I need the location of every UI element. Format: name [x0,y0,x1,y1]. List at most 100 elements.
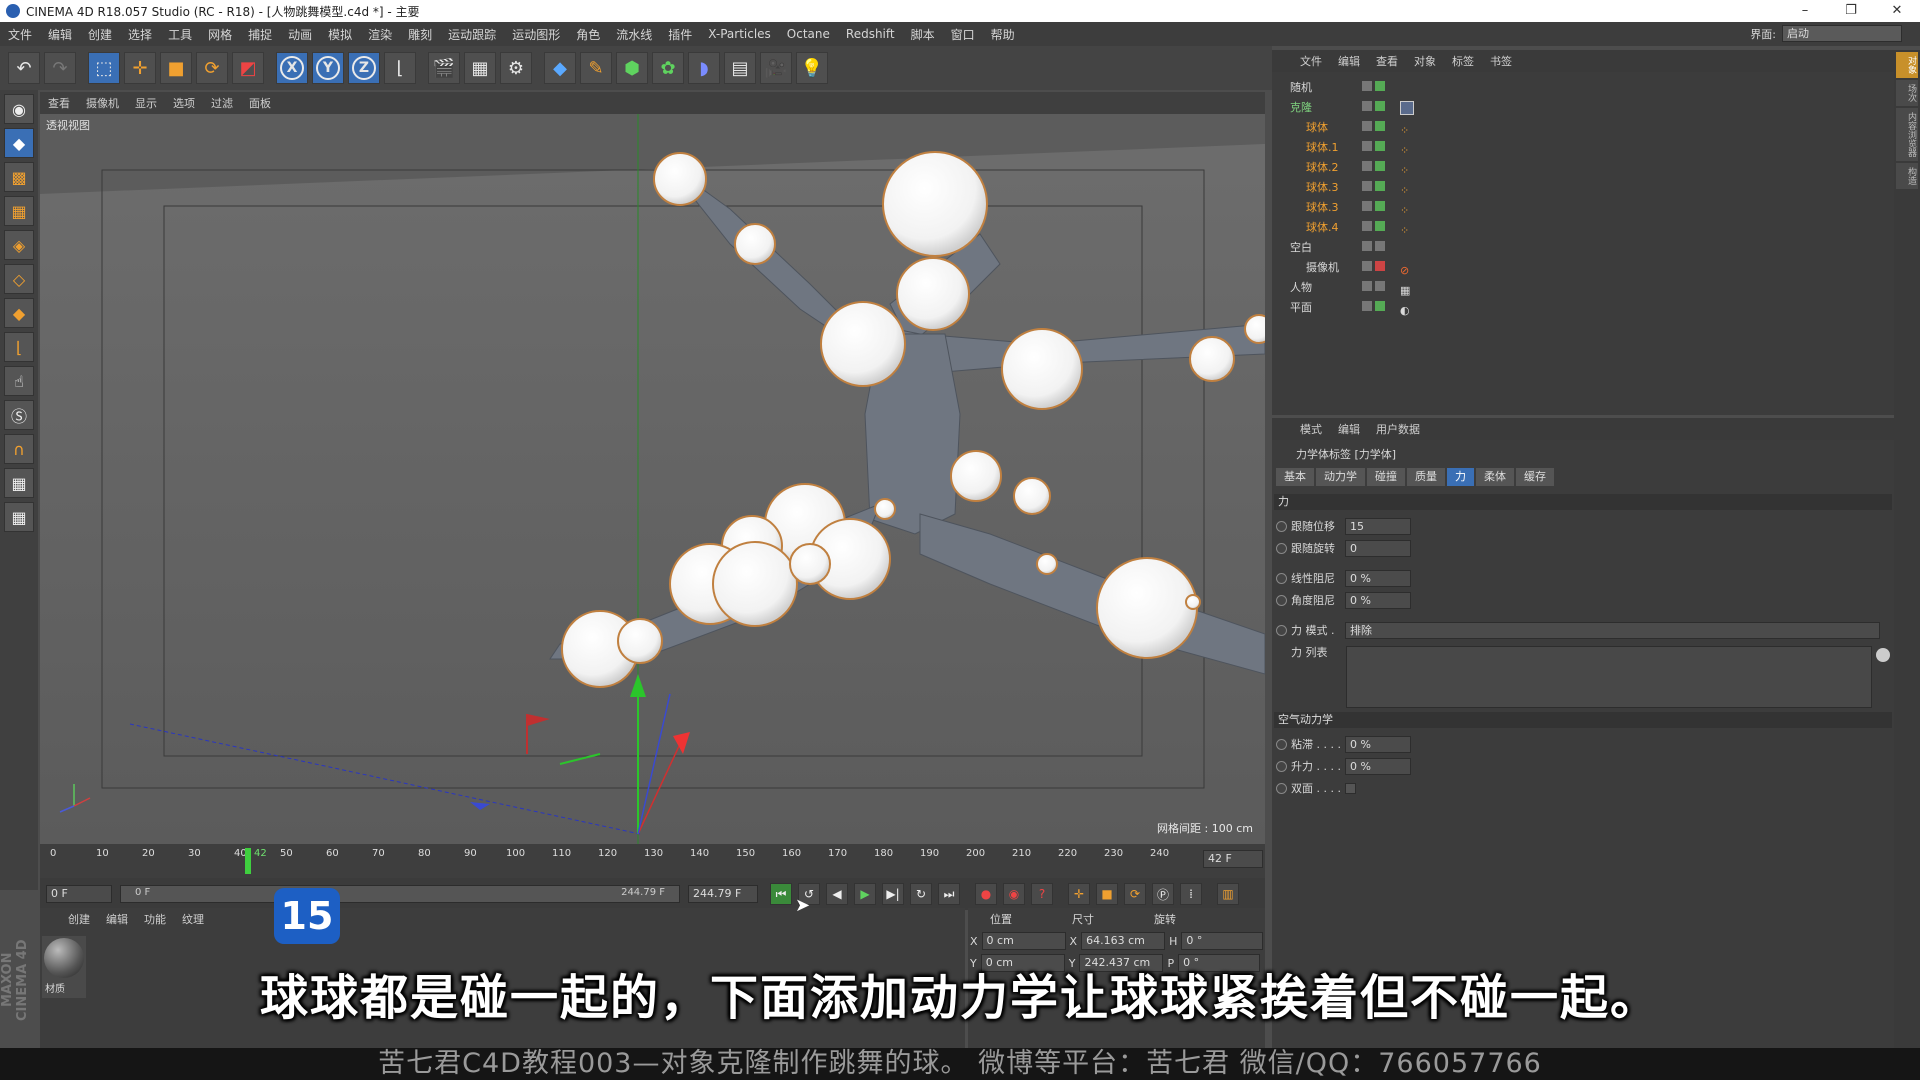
points-mode-icon[interactable]: ◈ [4,230,34,260]
mograph-cloner-icon[interactable]: ✿ [652,52,684,84]
x-axis-lock-icon[interactable]: X [276,52,308,84]
object-row-random[interactable]: 随机 [1272,78,1894,98]
menu-plugins[interactable]: 插件 [660,26,700,43]
menu-script[interactable]: 脚本 [903,26,943,43]
menu-file[interactable]: 文件 [0,26,40,43]
edges-mode-icon[interactable]: ◇ [4,264,34,294]
go-to-end-icon[interactable]: ⏭ [938,883,960,905]
move-icon[interactable]: ✛ [124,52,156,84]
tab-content-browser[interactable]: 内容浏览器 [1896,108,1918,161]
key-parameter-icon[interactable]: Ⓟ [1152,883,1174,905]
auto-keyframe-icon[interactable]: ◉ [1003,883,1025,905]
animate-radio[interactable] [1276,782,1287,794]
om-menu-object[interactable]: 对象 [1406,53,1444,69]
polygons-mode-icon[interactable]: ◆ [4,298,34,328]
animate-radio[interactable] [1276,542,1287,554]
menu-mesh[interactable]: 网格 [200,26,240,43]
go-to-start-icon[interactable]: ⏮ [770,883,792,905]
om-menu-bookmarks[interactable]: 书签 [1482,53,1520,69]
planar-workplane-icon[interactable]: ▦ [4,502,34,532]
object-visibility-flags[interactable] [1362,201,1385,211]
material-menu-create[interactable]: 创建 [60,911,98,927]
lift-field[interactable]: 0 % [1345,757,1411,775]
menu-create[interactable]: 创建 [80,26,120,43]
preview-range-slider[interactable]: 0 F 244.79 F [120,885,680,903]
record-keyframe-icon[interactable]: ● [975,883,997,905]
animate-radio[interactable] [1276,520,1287,532]
viewport-menu-panel[interactable]: 面板 [241,95,279,111]
object-visibility-flags[interactable] [1362,121,1385,131]
tab-soft-body[interactable]: 柔体 [1476,468,1514,486]
subdivision-icon[interactable]: ⬢ [616,52,648,84]
object-visibility-flags[interactable] [1362,241,1385,251]
position-x-field[interactable]: 0 cm [981,932,1066,950]
rotate-icon[interactable]: ⟳ [196,52,228,84]
tab-basic[interactable]: 基本 [1276,468,1314,486]
undo-icon[interactable]: ↶ [8,52,40,84]
size-x-field[interactable]: 64.163 cm [1081,932,1166,950]
tab-mass[interactable]: 质量 [1407,468,1445,486]
end-frame-field[interactable]: 244.79 F [688,885,758,903]
deformer-icon[interactable]: ◗ [688,52,720,84]
object-visibility-flags[interactable] [1362,281,1385,291]
axis-mode-icon[interactable]: ⌊ [4,332,34,362]
render-picture-viewer-icon[interactable]: ▦ [464,52,496,84]
object-row-sphere-3b[interactable]: 球体.3 ⁘ [1272,198,1894,218]
object-row-sphere-3[interactable]: 球体.3 ⁘ [1272,178,1894,198]
scale-icon[interactable]: ■ [160,52,192,84]
workplane-icon[interactable]: ▦ [4,196,34,226]
snap-icon[interactable]: Ⓢ [4,400,34,430]
angular-damping-field[interactable]: 0 % [1345,591,1411,609]
close-button[interactable]: ✕ [1874,0,1920,22]
force-list-pick-icon[interactable] [1876,648,1890,662]
object-visibility-flags[interactable] [1362,141,1385,151]
camera-icon[interactable]: 🎥 [760,52,792,84]
animate-radio[interactable] [1276,594,1287,606]
light-icon[interactable]: 💡 [796,52,828,84]
am-menu-user-data[interactable]: 用户数据 [1368,421,1428,437]
object-visibility-flags[interactable] [1362,261,1385,271]
om-menu-edit[interactable]: 编辑 [1330,53,1368,69]
viewport-menu-filter[interactable]: 过滤 [203,95,241,111]
key-position-icon[interactable]: ✛ [1068,883,1090,905]
z-axis-lock-icon[interactable]: Z [348,52,380,84]
object-visibility-flags[interactable] [1362,181,1385,191]
menu-mograph[interactable]: 运动图形 [504,26,568,43]
object-row-figure[interactable]: 人物 ▦ [1272,278,1894,298]
linear-damping-field[interactable]: 0 % [1345,569,1411,587]
cube-icon[interactable]: ◆ [544,52,576,84]
key-point-level-icon[interactable]: ⁞ [1180,883,1202,905]
object-visibility-flags[interactable] [1362,161,1385,171]
object-row-camera[interactable]: 摄像机 ⊘ [1272,258,1894,278]
perspective-viewport[interactable]: 透视视图 网格间距 : 100 cm [40,114,1265,844]
model-mode-icon[interactable]: ◆ [4,128,34,158]
menu-sculpt[interactable]: 雕刻 [400,26,440,43]
next-frame-icon[interactable]: ▶| [882,883,904,905]
object-row-sphere-1[interactable]: 球体.1 ⁘ [1272,138,1894,158]
viewport-menu-view[interactable]: 查看 [40,95,78,111]
object-visibility-flags[interactable] [1362,221,1385,231]
redo-icon[interactable]: ↷ [44,52,76,84]
material-menu-function[interactable]: 功能 [136,911,174,927]
menu-select[interactable]: 选择 [120,26,160,43]
tab-collision[interactable]: 碰撞 [1367,468,1405,486]
animate-radio[interactable] [1276,572,1287,584]
am-menu-mode[interactable]: 模式 [1292,421,1330,437]
menu-pipeline[interactable]: 流水线 [608,26,660,43]
key-rotation-icon[interactable]: ⟳ [1124,883,1146,905]
start-frame-field[interactable]: 0 F [46,885,112,903]
material-menu-texture[interactable]: 纹理 [174,911,212,927]
object-visibility-flags[interactable] [1362,101,1385,111]
menu-simulate[interactable]: 模拟 [320,26,360,43]
y-axis-lock-icon[interactable]: Y [312,52,344,84]
menu-window[interactable]: 窗口 [943,26,983,43]
render-view-icon[interactable]: 🎬 [428,52,460,84]
om-menu-file[interactable]: 文件 [1292,53,1330,69]
force-mode-dropdown[interactable]: 排除 [1345,621,1880,639]
menu-character[interactable]: 角色 [568,26,608,43]
tweak-mode-icon[interactable]: ☝ [4,366,34,396]
drag-field[interactable]: 0 % [1345,735,1411,753]
tab-takes[interactable]: 场次 [1896,80,1918,106]
object-row-sphere-4[interactable]: 球体.4 ⁘ [1272,218,1894,238]
render-settings-icon[interactable]: ⚙ [500,52,532,84]
